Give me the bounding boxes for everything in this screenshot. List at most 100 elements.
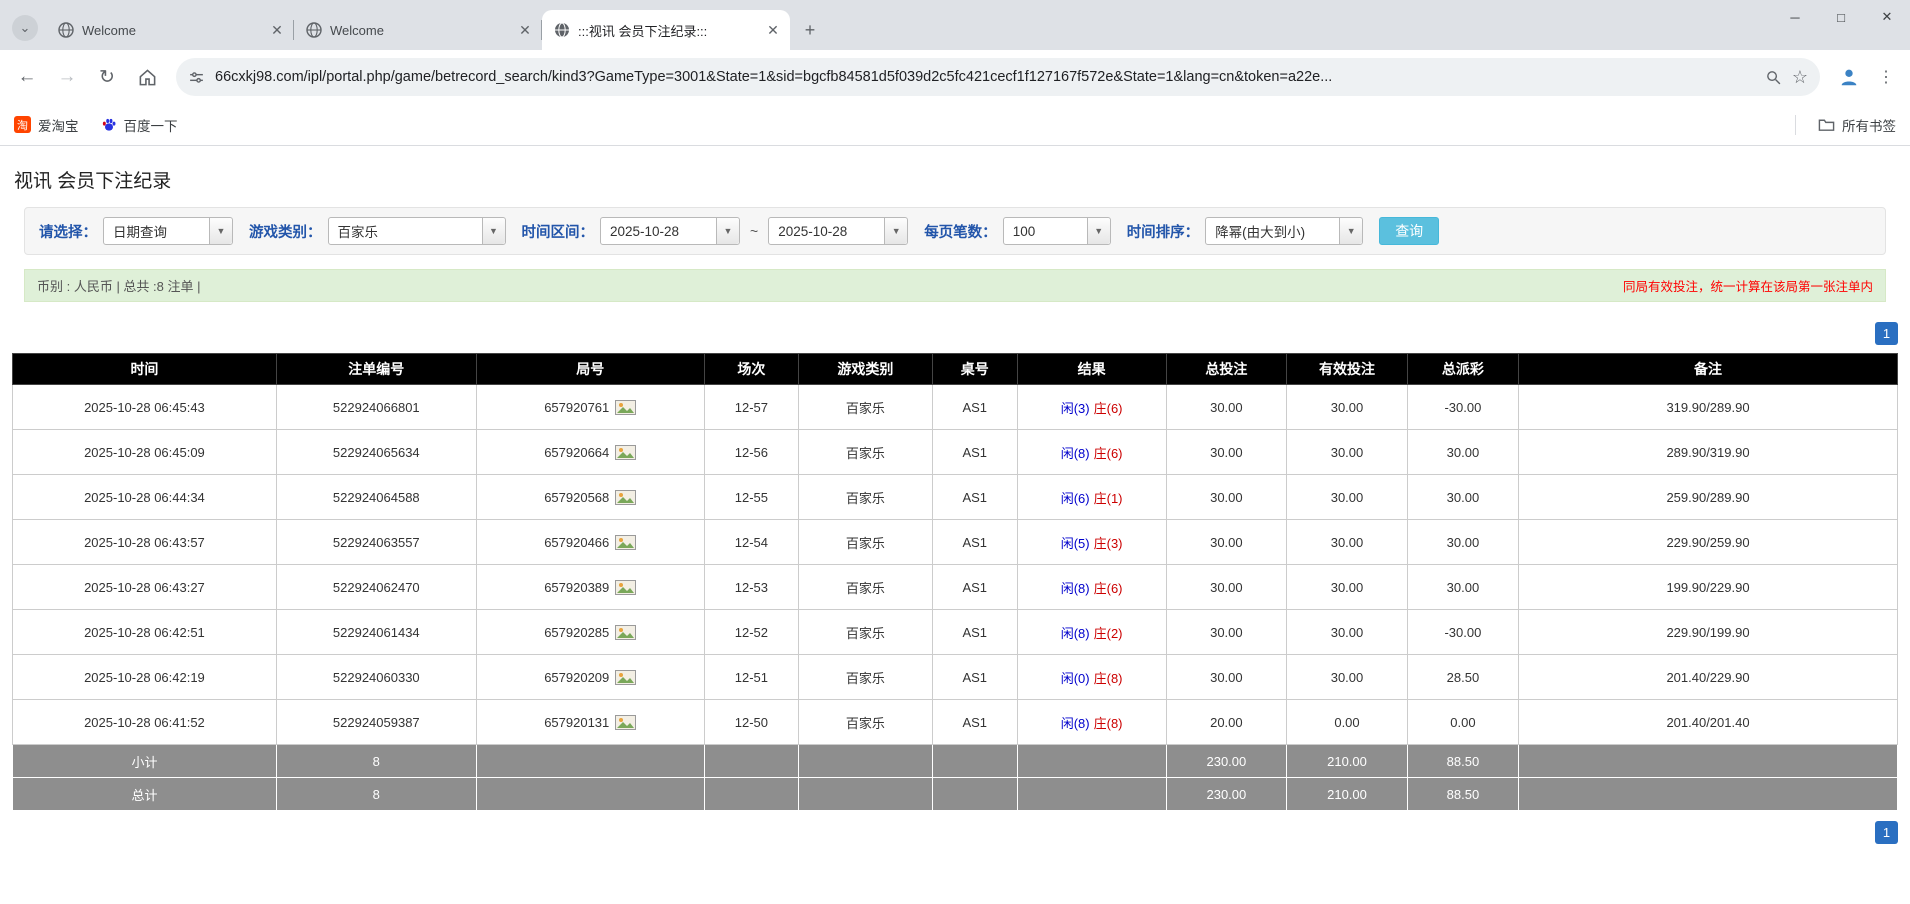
filter-select-label: 请选择： xyxy=(39,224,97,241)
cell-total-bet[interactable]: 30.00 xyxy=(1165,564,1288,610)
profile-avatar-icon[interactable] xyxy=(1832,60,1866,94)
page-size-dropdown[interactable]: 100 ▼ xyxy=(1002,217,1111,245)
cell-total-bet[interactable]: 30.00 xyxy=(1165,609,1288,655)
minimize-button[interactable]: ─ xyxy=(1772,0,1818,34)
cell-result: 闲(5) 庄(3) xyxy=(1016,519,1167,565)
table-row: 2025-10-28 06:41:52 522924059387 657920131… xyxy=(12,699,1898,745)
reload-button[interactable]: ↻ xyxy=(90,60,124,94)
tab-search-button[interactable]: ⌄ xyxy=(12,15,38,41)
round-result-image-icon[interactable] xyxy=(615,399,637,415)
browser-menu-icon[interactable]: ⋮ xyxy=(1872,60,1900,94)
cell-session: 12-56 xyxy=(703,429,800,475)
date-range-separator: ~ xyxy=(750,223,759,239)
cell-total-bet[interactable]: 30.00 xyxy=(1165,654,1288,700)
address-bar[interactable]: 66cxkj98.com/ipl/portal.php/game/betreco… xyxy=(176,58,1820,96)
chevron-down-icon[interactable]: ▼ xyxy=(716,218,739,244)
table-row: 2025-10-28 06:44:34 522924064588 657920568… xyxy=(12,474,1898,520)
round-result-image-icon[interactable] xyxy=(615,534,637,550)
tab-title: Welcome xyxy=(82,22,136,38)
cell-bet-no: 522924064588 xyxy=(275,474,477,520)
cell-note: 201.40/201.40 xyxy=(1518,699,1898,745)
bet-table-body: 2025-10-28 06:45:43 522924066801 657920761… xyxy=(12,384,1898,745)
sort-dropdown[interactable]: 降幂(由大到小) ▼ xyxy=(1205,217,1364,245)
cell-total-bet[interactable]: 30.00 xyxy=(1165,474,1288,520)
window-controls: ─ □ ✕ xyxy=(1772,0,1910,34)
cell-game-type: 百家乐 xyxy=(798,699,933,745)
cell-session: 12-53 xyxy=(703,564,800,610)
chevron-down-icon[interactable]: ▼ xyxy=(1339,218,1363,244)
cell-game-type: 百家乐 xyxy=(798,519,933,565)
round-number: 657920209 xyxy=(544,669,610,685)
result-player: 闲(8) xyxy=(1060,445,1090,461)
result-player: 闲(6) xyxy=(1060,490,1090,506)
cell-total-bet[interactable]: 20.00 xyxy=(1165,699,1288,745)
round-result-image-icon[interactable] xyxy=(615,579,637,595)
cell-total-bet[interactable]: 30.00 xyxy=(1165,429,1288,475)
subtotal-count: 8 xyxy=(275,744,477,778)
forward-button[interactable]: → xyxy=(50,60,84,94)
site-info-icon[interactable] xyxy=(188,69,205,86)
date-from-input[interactable]: 2025-10-28 ▼ xyxy=(600,217,740,245)
chevron-down-icon[interactable]: ▼ xyxy=(481,218,505,244)
tab-close-icon[interactable]: ✕ xyxy=(516,21,534,39)
col-note: 备注 xyxy=(1518,353,1898,385)
result-player: 闲(0) xyxy=(1060,670,1090,686)
pagination-top: 1 xyxy=(12,322,1898,345)
url-text[interactable]: 66cxkj98.com/ipl/portal.php/game/betreco… xyxy=(215,69,1755,85)
cell-bet-no: 522924066801 xyxy=(275,384,477,430)
cell-result: 闲(8) 庄(8) xyxy=(1016,699,1167,745)
zoom-icon[interactable] xyxy=(1765,69,1782,86)
table-row: 2025-10-28 06:42:19 522924060330 657920209… xyxy=(12,654,1898,700)
cell-table-no: AS1 xyxy=(931,654,1018,700)
cell-valid-bet: 30.00 xyxy=(1286,519,1408,565)
page-size-label: 每页笔数： xyxy=(924,224,997,241)
table-row: 2025-10-28 06:42:51 522924061434 657920285… xyxy=(12,609,1898,655)
cell-session: 12-51 xyxy=(703,654,800,700)
new-tab-button[interactable]: + xyxy=(796,16,824,44)
page-1-button[interactable]: 1 xyxy=(1875,322,1898,345)
tab-welcome-1[interactable]: Welcome ✕ xyxy=(46,10,294,50)
globe-favicon-icon xyxy=(554,22,570,38)
home-button[interactable] xyxy=(130,60,164,94)
browser-toolbar: ← → ↻ 66cxkj98.com/ipl/portal.php/game/b… xyxy=(0,50,1910,104)
result-banker: 庄(6) xyxy=(1093,580,1123,596)
game-type-dropdown[interactable]: 百家乐 ▼ xyxy=(327,217,506,245)
cell-note: 289.90/319.90 xyxy=(1518,429,1898,475)
tab-welcome-2[interactable]: Welcome ✕ xyxy=(294,10,542,50)
bookmark-star-icon[interactable]: ☆ xyxy=(1792,67,1808,88)
bookmark-aitaobao[interactable]: 淘 爱淘宝 xyxy=(14,115,79,135)
all-bookmarks-button[interactable]: 所有书签 xyxy=(1818,115,1896,135)
maximize-button[interactable]: □ xyxy=(1818,0,1864,34)
chevron-down-icon[interactable]: ▼ xyxy=(884,218,908,244)
back-button[interactable]: ← xyxy=(10,60,44,94)
tab-close-icon[interactable]: ✕ xyxy=(268,21,286,39)
result-banker: 庄(1) xyxy=(1093,490,1123,506)
cell-valid-bet: 30.00 xyxy=(1286,654,1408,700)
round-result-image-icon[interactable] xyxy=(615,489,637,505)
cell-total-bet[interactable]: 30.00 xyxy=(1165,384,1288,430)
all-bookmarks-label: 所有书签 xyxy=(1842,118,1896,134)
chevron-down-icon[interactable]: ▼ xyxy=(1086,218,1110,244)
close-window-button[interactable]: ✕ xyxy=(1864,0,1910,34)
tab-close-icon[interactable]: ✕ xyxy=(764,21,782,39)
cell-round-no: 657920389 xyxy=(475,564,705,610)
chevron-down-icon[interactable]: ▼ xyxy=(209,218,232,244)
cell-table-no: AS1 xyxy=(931,699,1018,745)
result-banker: 庄(2) xyxy=(1093,625,1123,641)
cell-round-no: 657920209 xyxy=(475,654,705,700)
round-result-image-icon[interactable] xyxy=(615,714,637,730)
round-result-image-icon[interactable] xyxy=(615,624,637,640)
cell-result: 闲(8) 庄(6) xyxy=(1016,429,1167,475)
round-result-image-icon[interactable] xyxy=(615,669,637,685)
cell-total-bet[interactable]: 30.00 xyxy=(1165,519,1288,565)
result-player: 闲(3) xyxy=(1060,400,1090,416)
summary-bar: 币别 : 人民币 | 总共 :8 注单 | 同局有效投注，统一计算在该局第一张注… xyxy=(24,269,1886,302)
date-to-input[interactable]: 2025-10-28 ▼ xyxy=(768,217,909,245)
tab-bet-record[interactable]: :::视讯 会员下注纪录::: ✕ xyxy=(542,10,790,50)
query-type-dropdown[interactable]: 日期查询 ▼ xyxy=(103,217,233,245)
bookmark-baidu[interactable]: 百度一下 xyxy=(101,115,178,135)
bookmark-label: 百度一下 xyxy=(123,118,178,134)
round-result-image-icon[interactable] xyxy=(615,444,637,460)
page-1-button[interactable]: 1 xyxy=(1875,821,1898,844)
query-button[interactable]: 查询 xyxy=(1379,217,1440,245)
